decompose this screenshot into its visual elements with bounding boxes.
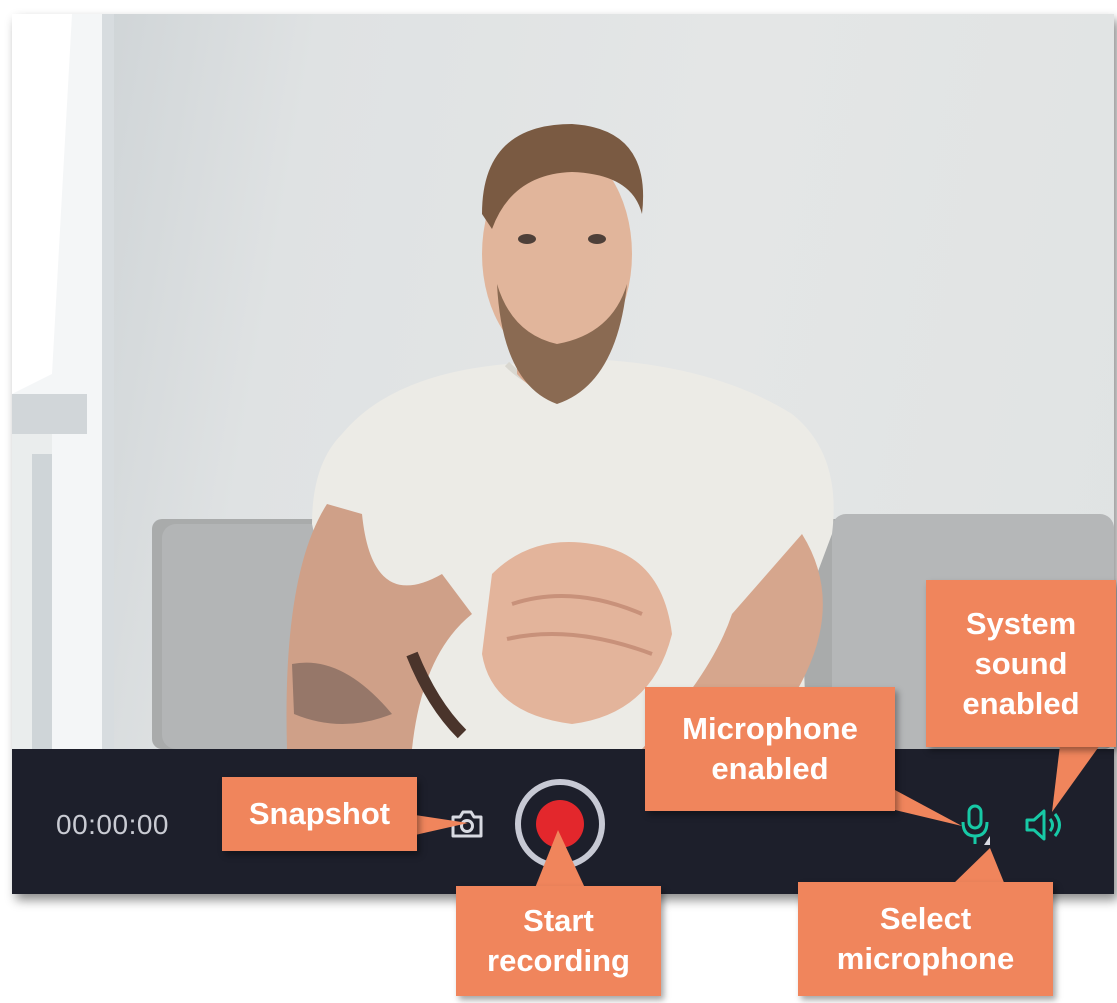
callout-select-microphone-line1: Select: [879, 901, 972, 936]
callout-snapshot: Snapshot: [222, 777, 417, 851]
callout-snapshot-text: Snapshot: [248, 796, 391, 831]
system-sound-pointer: [1052, 745, 1100, 812]
callout-microphone-enabled-line2: enabled: [711, 751, 829, 786]
callout-microphone-enabled: Microphone enabled: [645, 687, 895, 811]
select-microphone-pointer: [952, 848, 1005, 885]
callout-system-sound-line3: enabled: [962, 685, 1080, 721]
callout-start-recording-line2: recording: [487, 943, 630, 978]
callout-pointers: [415, 745, 1100, 888]
callout-microphone-enabled-line1: Microphone: [682, 711, 858, 746]
callout-start-recording: Start recording: [456, 886, 661, 996]
callout-system-sound-enabled: System sound enabled: [926, 580, 1116, 747]
callout-select-microphone-line2: microphone: [836, 941, 1015, 976]
microphone-enabled-pointer: [895, 790, 962, 826]
callout-select-microphone: Select microphone: [798, 882, 1053, 996]
callout-system-sound-line2: sound: [974, 645, 1068, 681]
start-recording-pointer: [535, 830, 585, 888]
callout-start-recording-line1: Start: [523, 903, 594, 938]
snapshot-pointer: [415, 815, 468, 835]
callout-system-sound-line1: System: [965, 605, 1077, 641]
